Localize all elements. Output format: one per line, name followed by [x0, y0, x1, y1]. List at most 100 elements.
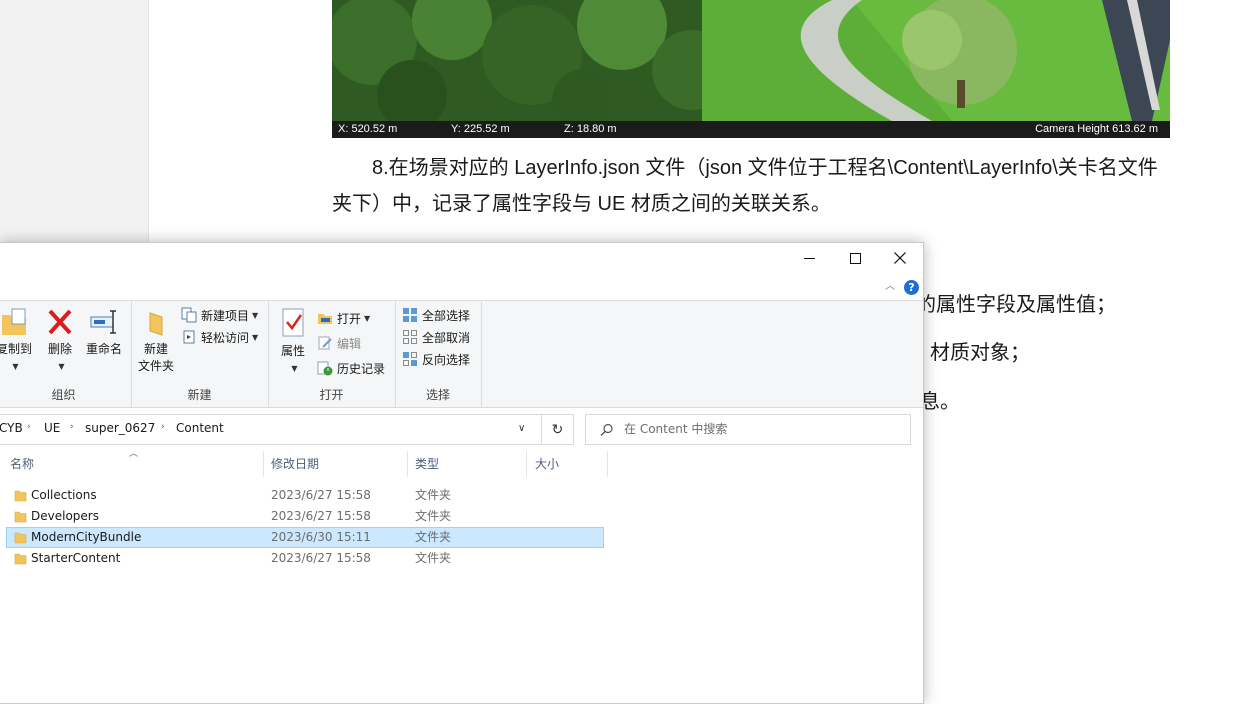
file-name: StarterContent: [31, 551, 121, 565]
properties-label: 属性: [280, 344, 305, 358]
rename-button[interactable]: 重命名: [82, 307, 126, 358]
select-all-icon: [403, 308, 417, 322]
new-folder-icon: [149, 312, 163, 336]
open-dropdown-icon: ▼: [364, 313, 371, 323]
copy-to-label: 复制到: [0, 342, 33, 356]
open-button[interactable]: 打开 ▼: [317, 308, 370, 328]
help-icon[interactable]: ?: [904, 280, 919, 295]
copy-folder-icon: [2, 308, 26, 335]
scene-x-readout: X: 520.52 m: [338, 123, 398, 135]
breadcrumb-separator-icon[interactable]: ›: [27, 422, 31, 432]
easy-access-icon: [183, 330, 195, 344]
refresh-button[interactable]: ↻: [541, 414, 574, 445]
history-button[interactable]: 历史记录: [317, 358, 385, 378]
file-row[interactable]: StarterContent 2023/6/27 15:58 文件夹: [6, 548, 604, 569]
ribbon-group-organize: 复制到 ▼ 删除 ▼ 重命名: [0, 301, 132, 407]
ribbon-toolbar: 复制到 ▼ 删除 ▼ 重命名: [0, 300, 923, 408]
document-paragraph-step-8: 8.在场景对应的 LayerInfo.json 文件（json 文件位于工程名\…: [332, 157, 1158, 215]
file-name: Developers: [31, 509, 99, 523]
organize-group-label: 组织: [51, 388, 76, 402]
file-modified: 2023/6/27 15:58: [271, 509, 371, 523]
invert-selection-icon: [403, 352, 417, 366]
search-input[interactable]: [624, 419, 894, 439]
edit-pencil-icon: [318, 336, 332, 350]
edit-label: 编辑: [337, 336, 362, 351]
scene-coordinates-bar: X: 520.52 m Y: 225.52 m Z: 18.80 m Camer…: [332, 121, 1170, 138]
delete-x-icon: [48, 309, 72, 335]
new-folder-label-line1: 新建: [143, 342, 168, 356]
delete-dropdown-icon: ▼: [58, 362, 65, 371]
close-button[interactable]: [877, 243, 923, 273]
ribbon-group-new: 新建 文件夹 新建项目 ▼ 轻松访问 ▼ 新建: [131, 301, 269, 407]
file-name: Collections: [31, 488, 97, 502]
address-history-chevron-down-icon[interactable]: ∨: [518, 423, 525, 434]
file-modified: 2023/6/27 15:58: [271, 488, 371, 502]
breadcrumb-super-0627[interactable]: super_0627: [85, 421, 155, 435]
delete-button[interactable]: 删除 ▼: [42, 307, 78, 372]
search-box[interactable]: [585, 414, 911, 445]
file-row[interactable]: ModernCityBundle 2023/6/30 15:11 文件夹: [6, 527, 604, 548]
easy-access-button[interactable]: 轻松访问 ▼: [181, 327, 258, 347]
breadcrumb-separator-icon[interactable]: ›: [70, 422, 74, 432]
invert-selection-label: 反向选择: [422, 352, 471, 367]
file-modified: 2023/6/30 15:11: [271, 530, 371, 544]
new-item-button[interactable]: 新建项目 ▼: [181, 305, 258, 325]
rename-icon: [90, 310, 116, 334]
new-folder-button[interactable]: 新建 文件夹: [135, 307, 177, 375]
select-all-label: 全部选择: [422, 308, 471, 323]
breadcrumb-ue[interactable]: UE: [44, 421, 60, 435]
properties-dropdown-icon: ▼: [291, 364, 298, 373]
document-line-info: 息。: [920, 391, 960, 413]
address-bar[interactable]: CYB › UE › super_0627 › Content ∨: [0, 414, 542, 445]
file-explorer-window: ︿ ? 复制到 ▼ 删除 ▼: [0, 242, 924, 704]
minimize-button[interactable]: [786, 243, 832, 273]
document-line-fields: 的属性字段及属性值；: [916, 294, 1116, 316]
rename-label: 重命名: [85, 342, 122, 356]
select-none-label: 全部取消: [422, 330, 471, 345]
properties-button[interactable]: 属性 ▼: [276, 307, 310, 374]
select-all-button[interactable]: 全部选择: [402, 305, 470, 325]
history-label: 历史记录: [337, 361, 386, 376]
select-none-button[interactable]: 全部取消: [402, 327, 470, 347]
maximize-button[interactable]: [832, 243, 878, 273]
column-header-modified[interactable]: 修改日期: [265, 451, 408, 477]
column-header-size[interactable]: 大小: [529, 451, 608, 477]
maximize-icon: [849, 252, 861, 264]
breadcrumb-separator-icon[interactable]: ›: [161, 422, 165, 432]
file-type: 文件夹: [415, 530, 452, 544]
scene-y-readout: Y: 225.52 m: [451, 123, 510, 135]
ribbon-group-open: 属性 ▼ 打开 ▼ 编辑 历史记录 打开: [268, 301, 396, 407]
open-group-label: 打开: [319, 388, 344, 402]
new-group-label: 新建: [187, 388, 212, 402]
easy-access-label: 轻松访问: [201, 330, 250, 345]
select-group-label: 选择: [425, 388, 450, 402]
document-line-material: 材质对象；: [930, 342, 1030, 364]
select-none-icon: [403, 330, 417, 344]
file-row[interactable]: Developers 2023/6/27 15:58 文件夹: [6, 506, 604, 527]
breadcrumb-cyb[interactable]: CYB: [0, 421, 23, 435]
folder-icon: [14, 532, 27, 544]
breadcrumb-content[interactable]: Content: [176, 421, 224, 435]
edit-button[interactable]: 编辑: [317, 333, 361, 353]
scene-screenshot: X: 520.52 m Y: 225.52 m Z: 18.80 m Camer…: [332, 0, 1170, 138]
ribbon-tab-strip: [0, 273, 923, 300]
file-type: 文件夹: [415, 509, 452, 523]
new-item-dropdown-icon: ▼: [252, 310, 259, 320]
copy-to-dropdown-icon: ▼: [12, 362, 19, 371]
file-modified: 2023/6/27 15:58: [271, 551, 371, 565]
invert-selection-button[interactable]: 反向选择: [402, 349, 470, 369]
file-type: 文件夹: [415, 551, 452, 565]
file-row[interactable]: Collections 2023/6/27 15:58 文件夹: [6, 485, 604, 506]
delete-label: 删除: [47, 342, 72, 356]
new-item-label: 新建项目: [201, 308, 250, 323]
scene-landscape: [332, 0, 1170, 130]
column-header-type[interactable]: 类型: [409, 451, 527, 477]
title-bar: [0, 243, 923, 273]
column-header-name[interactable]: 名称: [4, 451, 264, 477]
copy-to-button[interactable]: 复制到 ▼: [0, 307, 32, 372]
ribbon-collapse-chevron-icon[interactable]: ︿: [884, 281, 896, 293]
minimize-icon: [803, 257, 815, 259]
scene-camera-height-readout: Camera Height 613.62 m: [1035, 123, 1158, 135]
folder-icon: [14, 490, 27, 502]
history-clock-icon: [317, 361, 333, 376]
